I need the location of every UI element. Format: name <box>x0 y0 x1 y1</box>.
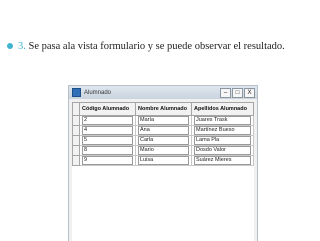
table-row: 2 María Juares Trask <box>72 115 254 126</box>
table-row: 4 Ana Martínez Bueso <box>72 125 254 136</box>
cell-value[interactable]: María <box>138 116 189 125</box>
window-titlebar[interactable]: Alumnado – □ X <box>69 86 257 99</box>
table-cell[interactable]: Ana <box>135 125 192 136</box>
table-cell[interactable]: Juares Trask <box>191 115 254 126</box>
maximize-button[interactable]: □ <box>232 88 243 98</box>
table-cell[interactable]: María <box>135 115 192 126</box>
cell-value[interactable]: Mario <box>138 146 189 155</box>
form-window: Alumnado – □ X Código Alumnado Nombre Al… <box>68 85 258 241</box>
table-cell[interactable]: 2 <box>79 115 136 126</box>
cell-value[interactable]: Suárez Mieres <box>194 156 251 165</box>
cell-value[interactable]: 9 <box>82 156 133 165</box>
row-selector[interactable] <box>72 135 80 146</box>
column-header[interactable]: Código Alumnado <box>79 102 136 116</box>
minimize-button[interactable]: – <box>220 88 231 98</box>
table-cell[interactable]: Suárez Mieres <box>191 155 254 166</box>
row-selector[interactable] <box>72 125 80 136</box>
cell-value[interactable]: Luisa <box>138 156 189 165</box>
form-icon <box>72 88 81 97</box>
data-table: Código Alumnado Nombre Alumnado Apellido… <box>72 102 254 166</box>
table-cell[interactable]: 9 <box>79 155 136 166</box>
table-row: 9 Luisa Suárez Mieres <box>72 155 254 166</box>
step-text: Se pasa ala vista formulario y se puede … <box>28 41 285 52</box>
table-cell[interactable]: 8 <box>79 145 136 156</box>
cell-value[interactable]: Martínez Bueso <box>194 126 251 135</box>
window-title: Alumnado <box>84 89 112 96</box>
cell-value[interactable]: Ana <box>138 126 189 135</box>
table-row: 5 Carla Lama Pla <box>72 135 254 146</box>
cell-value[interactable]: 4 <box>82 126 133 135</box>
cell-value[interactable]: 5 <box>82 136 133 145</box>
table-header-row: Código Alumnado Nombre Alumnado Apellido… <box>72 102 254 116</box>
column-header[interactable]: Nombre Alumnado <box>135 102 192 116</box>
row-selector[interactable] <box>72 155 80 166</box>
cell-value[interactable]: Dosdo Valor <box>194 146 251 155</box>
table-cell[interactable]: Carla <box>135 135 192 146</box>
row-selector-header[interactable] <box>72 102 80 116</box>
row-selector[interactable] <box>72 115 80 126</box>
cell-value[interactable]: 2 <box>82 116 133 125</box>
column-header[interactable]: Apellidos Alumnado <box>191 102 254 116</box>
bullet-dot-icon <box>7 43 13 49</box>
table-cell[interactable]: 4 <box>79 125 136 136</box>
datasheet-grid: Código Alumnado Nombre Alumnado Apellido… <box>72 102 254 241</box>
table-row: 8 Mario Dosdo Valor <box>72 145 254 156</box>
table-cell[interactable]: Martínez Bueso <box>191 125 254 136</box>
table-cell[interactable]: Mario <box>135 145 192 156</box>
row-selector[interactable] <box>72 145 80 156</box>
cell-value[interactable]: Lama Pla <box>194 136 251 145</box>
window-controls: – □ X <box>220 88 255 98</box>
close-button[interactable]: X <box>244 88 255 98</box>
table-cell[interactable]: 5 <box>79 135 136 146</box>
table-cell[interactable]: Luisa <box>135 155 192 166</box>
bullet-paragraph: 3. Se pasa ala vista formulario y se pue… <box>7 40 308 54</box>
step-number: 3. <box>18 41 26 52</box>
cell-value[interactable]: Juares Trask <box>194 116 251 125</box>
table-cell[interactable]: Lama Pla <box>191 135 254 146</box>
cell-value[interactable]: Carla <box>138 136 189 145</box>
cell-value[interactable]: 8 <box>82 146 133 155</box>
table-cell[interactable]: Dosdo Valor <box>191 145 254 156</box>
